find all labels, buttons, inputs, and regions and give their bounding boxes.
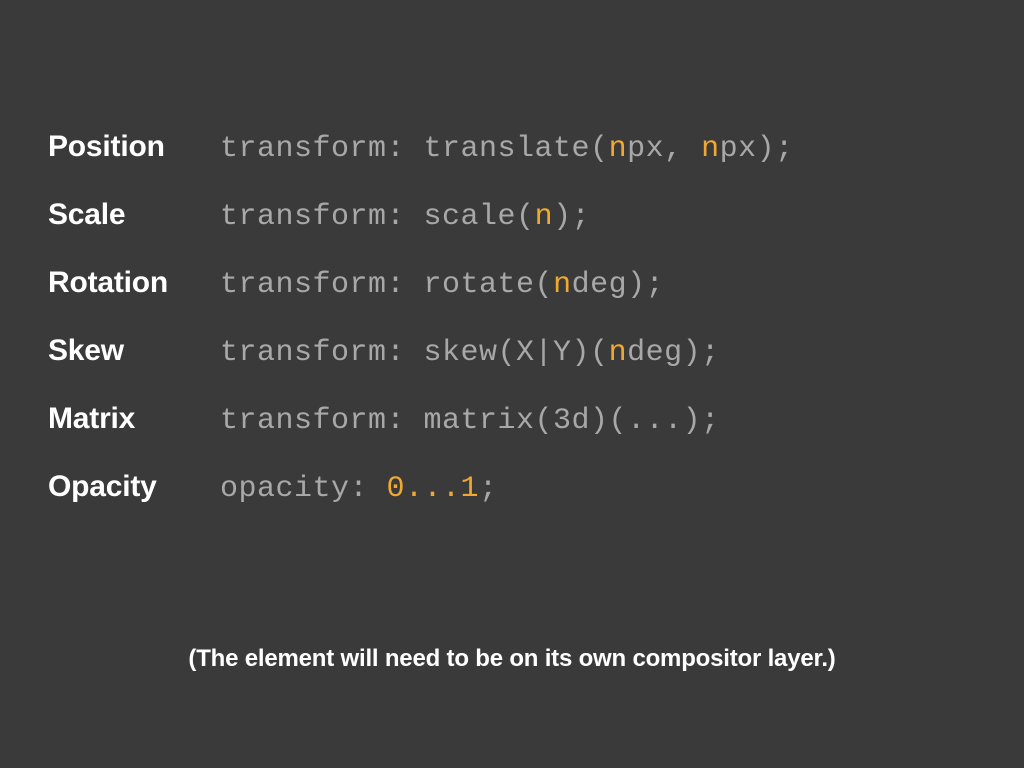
label-opacity: Opacity xyxy=(48,470,220,504)
code-opacity: opacity: 0...1; xyxy=(220,472,498,506)
code-matrix: transform: matrix(3d)(...); xyxy=(220,404,720,438)
code-rotation: transform: rotate(ndeg); xyxy=(220,268,664,302)
row-position: Position transform: translate(npx, npx); xyxy=(48,130,976,166)
code-skew: transform: skew(X|Y)(ndeg); xyxy=(220,336,720,370)
row-opacity: Opacity opacity: 0...1; xyxy=(48,470,976,506)
slide-content: Position transform: translate(npx, npx);… xyxy=(0,0,1024,506)
code-scale: transform: scale(n); xyxy=(220,200,590,234)
label-rotation: Rotation xyxy=(48,266,220,300)
code-position: transform: translate(npx, npx); xyxy=(220,132,794,166)
label-position: Position xyxy=(48,130,220,164)
row-rotation: Rotation transform: rotate(ndeg); xyxy=(48,266,976,302)
footnote-text: (The element will need to be on its own … xyxy=(0,645,1024,673)
row-matrix: Matrix transform: matrix(3d)(...); xyxy=(48,402,976,438)
row-scale: Scale transform: scale(n); xyxy=(48,198,976,234)
label-matrix: Matrix xyxy=(48,402,220,436)
row-skew: Skew transform: skew(X|Y)(ndeg); xyxy=(48,334,976,370)
label-scale: Scale xyxy=(48,198,220,232)
label-skew: Skew xyxy=(48,334,220,368)
